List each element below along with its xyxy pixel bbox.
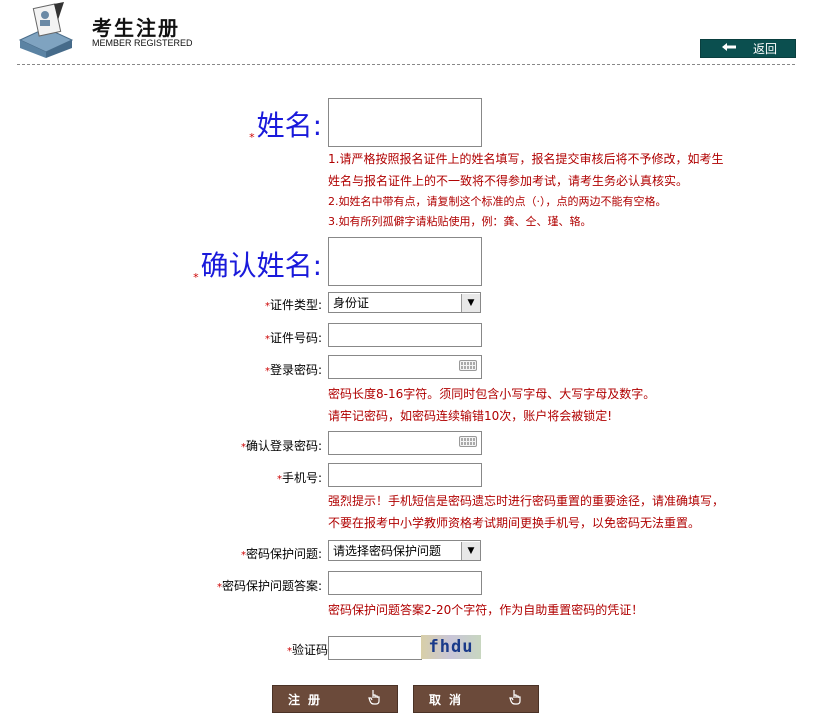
password-hints: 密码长度8-16字符。须同时包含小写字母、大写字母及数字。 请牢记密码，如密码连… [328, 383, 655, 427]
cancel-button[interactable]: 取消 [413, 685, 539, 713]
security-answer-label: *密码保护问题答案: [217, 577, 322, 594]
header-divider [17, 64, 795, 65]
page-subtitle: MEMBER REGISTERED [92, 38, 193, 48]
phone-input[interactable] [328, 463, 482, 487]
password-field[interactable] [328, 355, 482, 379]
name-hint-1: 1.请严格按照报名证件上的姓名填写，报名提交审核后将不予修改，如考生 [328, 152, 724, 166]
register-button[interactable]: 注册 [272, 685, 398, 713]
back-button[interactable]: 返回 [700, 39, 796, 58]
security-question-label: *密码保护问题: [241, 545, 322, 562]
security-answer-hint: 密码保护问题答案2-20个字符，作为自助重置密码的凭证！ [328, 603, 644, 617]
name-hint-4: 3.如有所列孤僻字请粘贴使用，例：龚、仝、瑾、辂。 [328, 215, 592, 228]
captcha-input[interactable] [328, 636, 422, 660]
chevron-down-icon[interactable]: ▼ [461, 293, 480, 312]
captcha-label-text: 验证码 [291, 643, 328, 657]
confirm-name-label: *确认姓名: [193, 244, 322, 284]
id-type-select[interactable]: 身份证 ▼ [328, 292, 481, 313]
phone-hint-2: 不要在报考中小学教师资格考试期间更换手机号，以免密码无法重置。 [328, 516, 701, 530]
name-hints: 1.请严格按照报名证件上的姓名填写，报名提交审核后将不予修改，如考生 姓名与报名… [328, 148, 723, 232]
captcha-image[interactable]: fhdu [421, 635, 481, 659]
password-label: *登录密码: [265, 361, 322, 378]
phone-hints: 强烈提示！手机短信是密码遗忘时进行密码重置的重要途径，请准确填写， 不要在报考中… [328, 490, 724, 534]
password-hint-2: 请牢记密码，如密码连续输错10次，账户将会被锁定! [328, 409, 613, 423]
register-label: 注册 [287, 692, 328, 707]
captcha-label: *验证码 [287, 641, 328, 658]
security-question-label-text: 密码保护问题: [245, 547, 322, 561]
required-star: * [193, 271, 199, 284]
chevron-down-icon[interactable]: ▼ [461, 541, 480, 560]
page-title: 考生注册 [92, 16, 180, 40]
id-number-input[interactable] [328, 323, 482, 347]
confirm-name-input[interactable] [328, 237, 482, 286]
confirm-password-field[interactable] [328, 431, 482, 455]
id-type-value: 身份证 [333, 296, 370, 310]
id-number-label-text: 证件号码: [269, 331, 322, 345]
name-hint-2: 姓名与报名证件上的不一致将不得参加考试，请考生务必认真核实。 [328, 174, 689, 188]
security-question-value: 请选择密码保护问题 [333, 544, 442, 558]
security-answer-label-text: 密码保护问题答案: [221, 579, 322, 593]
hand-pointer-icon [509, 689, 523, 709]
id-number-label: *证件号码: [265, 329, 322, 346]
confirm-name-label-text: 确认姓名: [200, 249, 322, 282]
back-label: 返回 [753, 42, 778, 56]
id-type-label-text: 证件类型: [269, 298, 322, 312]
confirm-password-label-text: 确认登录密码: [245, 439, 322, 453]
cancel-label: 取消 [428, 692, 469, 707]
name-input[interactable] [328, 98, 482, 147]
hand-pointer-icon [368, 689, 382, 709]
password-label-text: 登录密码: [269, 363, 322, 377]
registration-logo-icon [14, 0, 78, 58]
security-answer-input[interactable] [328, 571, 482, 595]
confirm-password-label: *确认登录密码: [241, 437, 322, 454]
phone-label-text: 手机号: [281, 471, 322, 485]
name-hint-3: 2.如姓名中带有点，请复制这个标准的点（·），点的两边不能有空格。 [328, 195, 667, 208]
id-type-label: *证件类型: [265, 296, 322, 313]
password-hint-1: 密码长度8-16字符。须同时包含小写字母、大写字母及数字。 [328, 387, 656, 401]
keyboard-icon[interactable] [459, 436, 477, 447]
name-label-text: 姓名: [256, 109, 322, 142]
phone-label: *手机号: [277, 469, 322, 486]
required-star: * [249, 131, 255, 144]
keyboard-icon[interactable] [459, 360, 477, 371]
security-question-select[interactable]: 请选择密码保护问题 ▼ [328, 540, 481, 561]
back-arrow-icon [721, 42, 737, 55]
phone-hint-1: 强烈提示！手机短信是密码遗忘时进行密码重置的重要途径，请准确填写， [328, 494, 725, 508]
name-label: *姓名: [249, 104, 322, 144]
